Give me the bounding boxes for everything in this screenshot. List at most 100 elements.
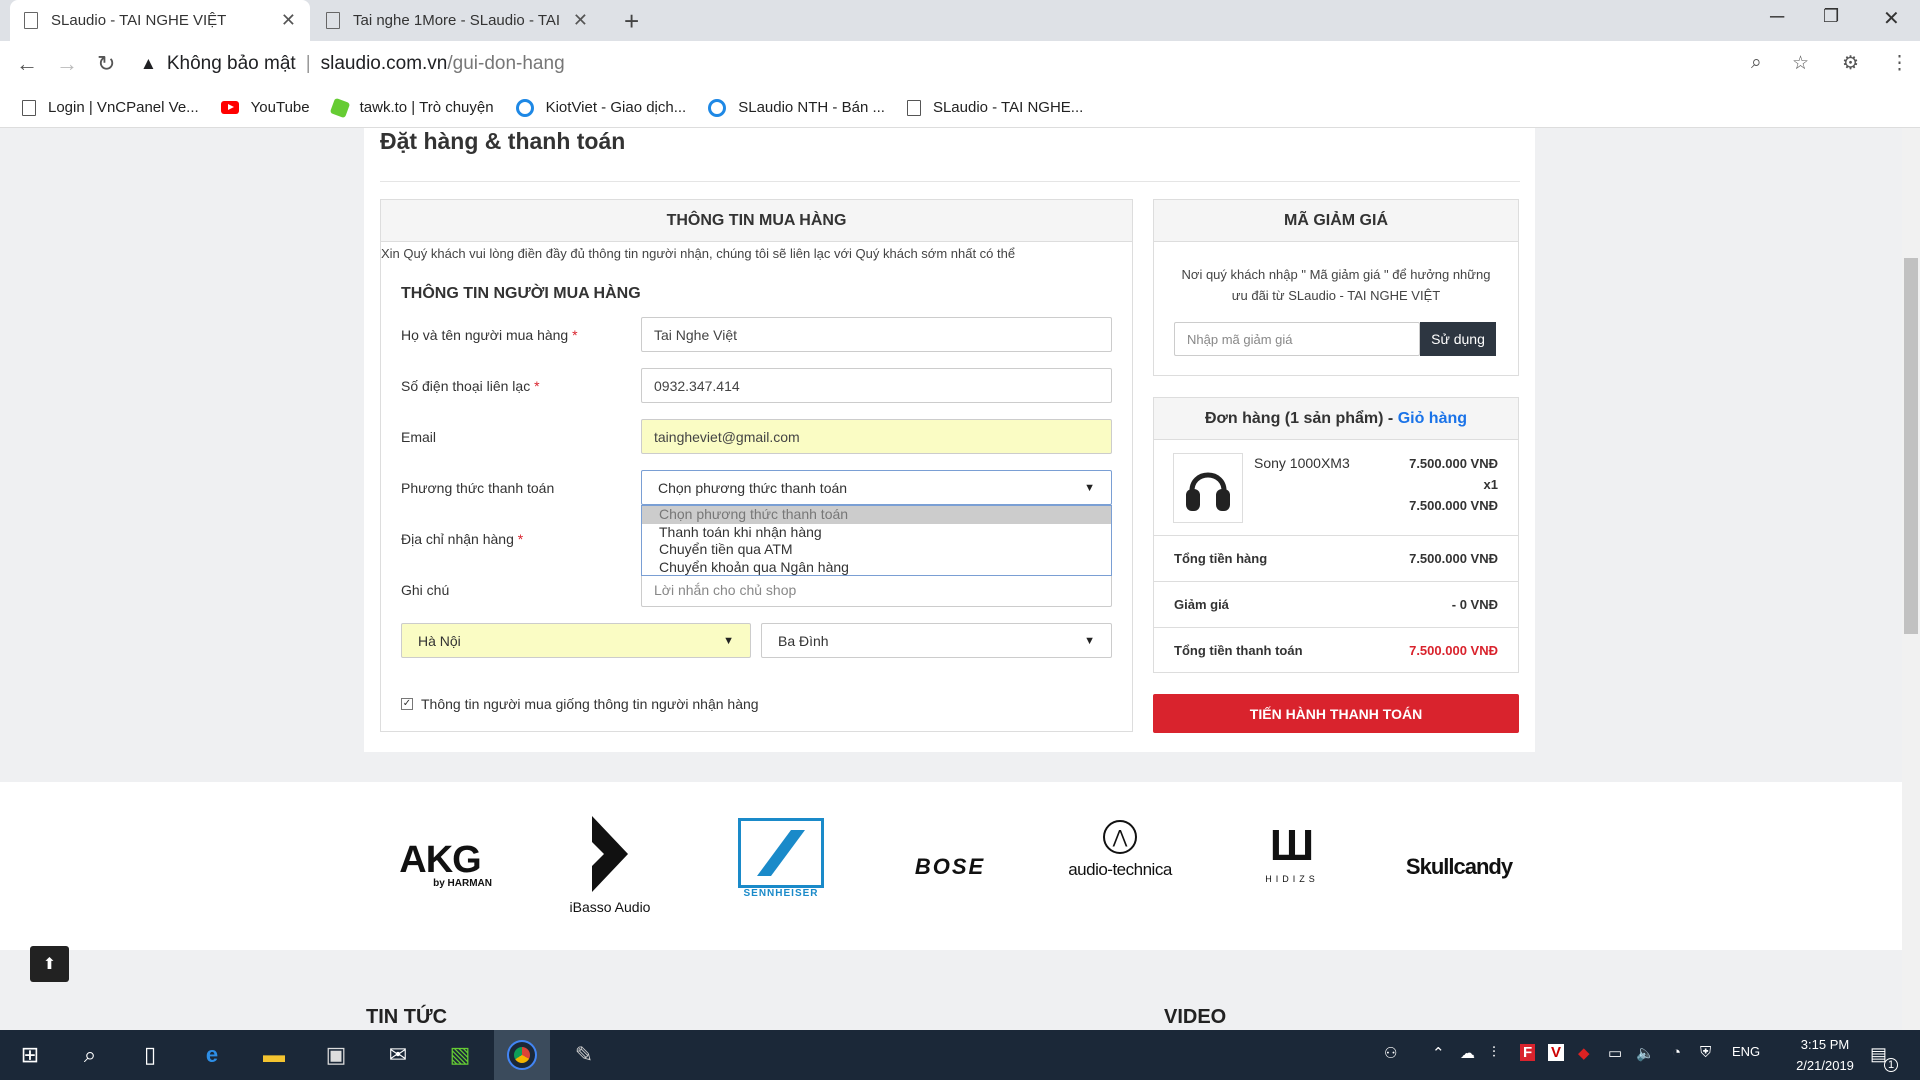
bookmark-slaudio[interactable]: SLaudio - TAI NGHE... <box>906 99 1083 116</box>
order-heading: Đơn hàng (1 sản phẩm) - Giỏ hàng <box>1154 398 1518 440</box>
name-label: Họ và tên người mua hàng * <box>401 327 578 343</box>
bookmark-vncpanel[interactable]: Login | VnCPanel Ve... <box>22 99 199 116</box>
chevron-down-icon: ▼ <box>1084 481 1095 494</box>
clock[interactable]: 3:15 PM 2/21/2019 <box>1780 1034 1870 1076</box>
sennheiser-mark-icon <box>757 830 805 876</box>
city-select-value: Hà Nội <box>418 632 461 649</box>
search-icon[interactable]: ⌕ <box>62 1030 118 1080</box>
windows-start-icon[interactable]: ⊞ <box>2 1030 58 1080</box>
address-bar[interactable]: ▲ Không bảo mật | slaudio.com.vn /gui-do… <box>140 46 1790 82</box>
email-label: Email <box>401 429 437 445</box>
discount-label: Giảm giá <box>1174 597 1229 612</box>
payment-option[interactable]: Chuyển khoản qua Ngân hàng <box>642 559 1111 577</box>
battery-icon[interactable]: ▭ <box>1608 1044 1622 1062</box>
clock-date: 2/21/2019 <box>1796 1058 1854 1073</box>
sennheiser-logo[interactable]: SENNHEISER <box>736 818 826 899</box>
paint-icon[interactable]: ✎ <box>556 1030 612 1080</box>
bookmark-label: Login | VnCPanel Ve... <box>48 99 199 116</box>
total-label: Tổng tiền thanh toán <box>1174 643 1303 658</box>
task-view-icon[interactable]: ▯ <box>122 1030 178 1080</box>
bose-logo[interactable]: BOSE <box>900 854 1000 880</box>
bookmark-youtube[interactable]: YouTube <box>220 99 310 116</box>
tab-active[interactable]: SLaudio - TAI NGHE VIỆT ✕ <box>10 0 310 41</box>
tray-chevron-icon[interactable]: ⌃ <box>1432 1044 1445 1062</box>
page-viewport: Đặt hàng & thanh toán THÔNG TIN MUA HÀNG… <box>0 128 1902 1030</box>
bookmark-tawk[interactable]: tawk.to | Trò chuyện <box>329 97 494 118</box>
divider <box>1154 627 1518 628</box>
restore-icon[interactable]: ❐ <box>1823 6 1839 27</box>
volume-icon[interactable]: 🔈 <box>1636 1044 1655 1062</box>
edge-icon[interactable]: e <box>184 1030 240 1080</box>
chevron-down-icon: ▼ <box>723 634 734 647</box>
close-icon[interactable]: ✕ <box>573 10 588 31</box>
bookmark-label: SLaudio NTH - Bán ... <box>738 99 885 116</box>
note-field[interactable]: Lời nhắn cho chủ shop <box>641 572 1112 607</box>
skullcandy-logo[interactable]: Skullcandy <box>1400 854 1518 880</box>
payment-select[interactable]: Chọn phương thức thanh toán ▼ <box>641 470 1112 505</box>
cloud-icon[interactable]: ☁ <box>1460 1044 1475 1062</box>
news-heading: TIN TỨC <box>366 1006 448 1028</box>
chevron-down-icon: ▼ <box>1084 634 1095 647</box>
reload-icon[interactable]: ↻ <box>97 51 115 77</box>
separator: | <box>305 53 311 74</box>
same-info-checkbox[interactable]: ✓ <box>401 698 413 710</box>
checkout-button[interactable]: TIẾN HÀNH THANH TOÁN <box>1153 694 1519 733</box>
extension-icon[interactable]: ⚙ <box>1842 52 1859 75</box>
window-close-icon[interactable]: ✕ <box>1883 6 1900 31</box>
file-explorer-icon[interactable]: ▬ <box>246 1030 302 1080</box>
tab-title: Tai nghe 1More - SLaudio - TAI NGHE VIỆT <box>353 12 565 29</box>
district-select[interactable]: Ba Đình ▼ <box>761 623 1112 658</box>
menu-icon[interactable]: ⋮ <box>1890 52 1909 75</box>
product-thumbnail[interactable] <box>1173 453 1243 523</box>
bookmark-label: tawk.to | Trò chuyện <box>359 99 494 116</box>
app-icon[interactable]: ▧ <box>432 1030 488 1080</box>
app-tray-icon[interactable]: ◆ <box>1578 1044 1590 1062</box>
payment-select-value: Chọn phương thức thanh toán <box>658 479 848 496</box>
coupon-input[interactable]: Nhập mã giảm giá <box>1174 322 1420 356</box>
city-select[interactable]: Hà Nội ▼ <box>401 623 751 658</box>
name-field[interactable]: Tai Nghe Việt <box>641 317 1112 352</box>
apply-coupon-button[interactable]: Sử dụng <box>1420 322 1496 356</box>
people-icon[interactable]: ⚇ <box>1384 1044 1397 1062</box>
forward-icon[interactable]: → <box>56 51 78 77</box>
store-icon[interactable]: ▣ <box>308 1030 364 1080</box>
close-icon[interactable]: ✕ <box>281 10 296 31</box>
back-icon[interactable]: ← <box>16 51 38 77</box>
wifi-icon[interactable]: ◔ <box>1672 1044 1681 1061</box>
scroll-to-top-button[interactable]: ⬆ <box>30 946 69 982</box>
product-price: 7.500.000 VNĐ <box>1409 456 1498 471</box>
scrollbar-thumb[interactable] <box>1904 258 1918 634</box>
audio-technica-logo[interactable]: ⋀ audio-technica <box>1066 820 1174 880</box>
payment-option[interactable]: Chuyển tiền qua ATM <box>642 541 1111 559</box>
hidizs-logo[interactable]: Ш HIDIZS <box>1252 818 1332 884</box>
star-icon[interactable]: ☆ <box>1792 52 1809 75</box>
foxit-icon[interactable]: F <box>1520 1044 1536 1061</box>
headphones-icon <box>1186 472 1230 511</box>
payment-option[interactable]: Chọn phương thức thanh toán <box>642 506 1111 524</box>
vivaldi-icon[interactable]: V <box>1548 1044 1565 1061</box>
product-name[interactable]: Sony 1000XM3 <box>1254 455 1350 471</box>
bookmark-label: YouTube <box>250 99 310 116</box>
ibasso-logo[interactable]: iBasso Audio <box>562 814 658 915</box>
zoom-icon[interactable]: ⌕ <box>1751 52 1762 74</box>
shield-icon[interactable]: ⛨ <box>1700 1044 1711 1061</box>
mail-icon[interactable]: ✉ <box>370 1030 426 1080</box>
language-indicator[interactable]: ENG <box>1732 1044 1760 1059</box>
chrome-icon[interactable] <box>494 1030 550 1080</box>
cart-link[interactable]: Giỏ hàng <box>1398 410 1467 428</box>
bookmarks-bar: Login | VnCPanel Ve... YouTube tawk.to |… <box>0 88 1920 128</box>
new-tab-button[interactable]: + <box>624 6 639 37</box>
tawk-icon <box>329 97 350 118</box>
akg-logo[interactable]: AKG by HARMAN <box>388 841 492 889</box>
email-field[interactable]: taingheviet@gmail.com <box>641 419 1112 454</box>
app-tray-icon[interactable]: ⫶ <box>1492 1044 1496 1061</box>
bookmark-kiotviet[interactable]: KiotViet - Giao dịch... <box>515 98 687 117</box>
payment-option[interactable]: Thanh toán khi nhận hàng <box>642 524 1111 542</box>
tab-inactive[interactable]: Tai nghe 1More - SLaudio - TAI NGHE VIỆT… <box>312 0 602 41</box>
page-title: Đặt hàng & thanh toán <box>380 128 626 154</box>
payment-label: Phương thức thanh toán <box>401 480 555 496</box>
bookmark-slaudio-nth[interactable]: SLaudio NTH - Bán ... <box>708 98 885 117</box>
minimize-icon[interactable]: ─ <box>1770 6 1784 29</box>
bookmark-label: KiotViet - Giao dịch... <box>545 99 687 116</box>
phone-field[interactable]: 0932.347.414 <box>641 368 1112 403</box>
